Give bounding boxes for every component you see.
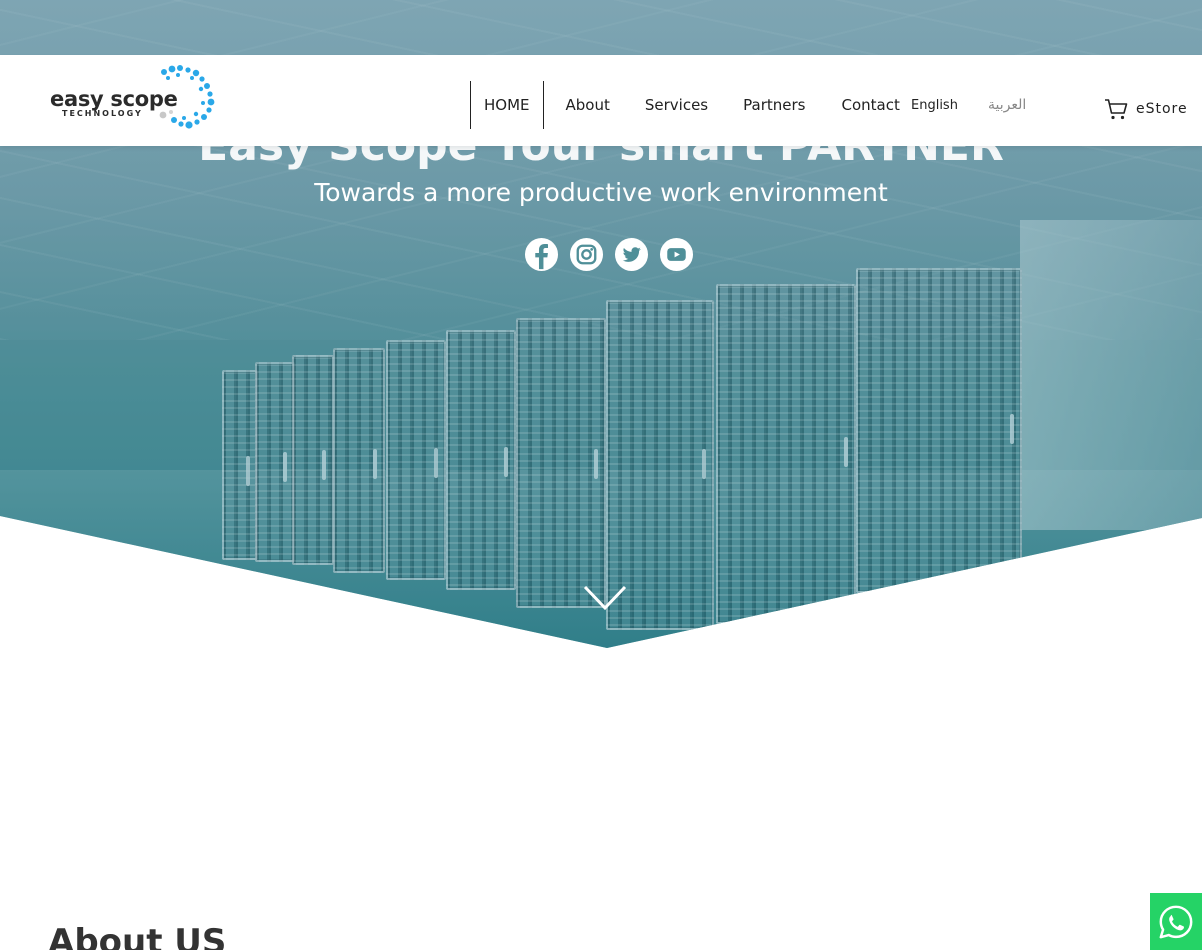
logo-tagline: TECHNOLOGY [62, 109, 143, 118]
hero-subtitle: Towards a more productive work environme… [314, 178, 888, 207]
nav-contact[interactable]: Contact [841, 96, 899, 114]
nav-services[interactable]: Services [645, 96, 708, 114]
cart-icon [1105, 99, 1128, 120]
site-header: easy scope TECHNOLOGY HOME About Service… [0, 55, 1202, 146]
twitter-icon[interactable] [614, 237, 649, 272]
logo-dots-icon [159, 65, 215, 129]
whatsapp-icon [1159, 905, 1193, 938]
page: Easy Scope Your smart PARTNER Towards a … [0, 0, 1202, 950]
nav-about[interactable]: About [566, 96, 610, 114]
facebook-icon[interactable] [524, 237, 559, 272]
language-arabic[interactable]: العربية [988, 97, 1026, 113]
estore-link[interactable]: eStore [1104, 98, 1188, 120]
nav-partners[interactable]: Partners [743, 96, 805, 114]
company-logo[interactable]: easy scope TECHNOLOGY [48, 63, 218, 133]
social-links [524, 237, 694, 272]
estore-label: eStore [1136, 101, 1188, 117]
main-navigation: HOME About Services Partners Contact [470, 81, 900, 129]
about-section-heading: About US [48, 922, 227, 950]
language-english[interactable]: English [911, 98, 958, 113]
instagram-icon[interactable] [569, 237, 604, 272]
chevron-down-icon[interactable] [583, 584, 627, 612]
whatsapp-chat-button[interactable] [1150, 893, 1202, 950]
nav-home[interactable]: HOME [470, 81, 544, 129]
youtube-icon[interactable] [659, 237, 694, 272]
